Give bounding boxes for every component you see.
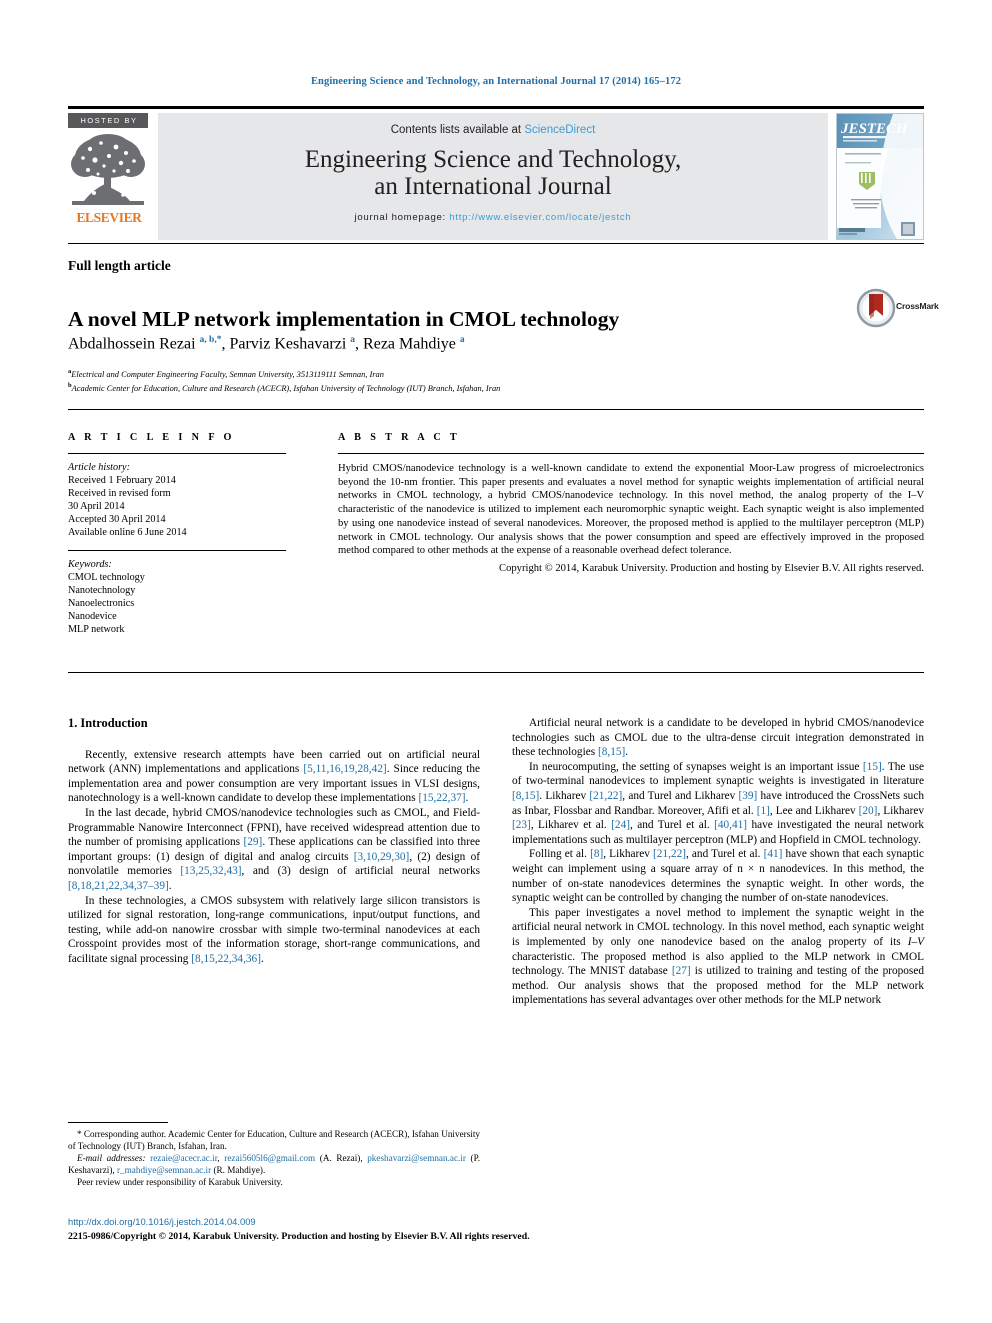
abstract-heading: A B S T R A C T [338, 432, 461, 443]
page-title: A novel MLP network implementation in CM… [68, 307, 620, 332]
svg-text:JESTECH: JESTECH [840, 121, 909, 137]
keyword-item: Nanodevice [68, 610, 117, 622]
running-head: Engineering Science and Technology, an I… [310, 76, 682, 87]
journal-homepage-line: journal homepage: http://www.elsevier.co… [158, 212, 828, 223]
paragraph: In the last decade, hybrid CMOS/nanodevi… [68, 806, 480, 892]
crossmark-label: CrossMark [896, 301, 939, 311]
hosted-by-badge: HOSTED BY [68, 113, 148, 128]
abstract-rule [338, 453, 924, 454]
journal-homepage-label: journal homepage: [354, 212, 450, 223]
author-list: Abdalhossein Rezai a, b,*, Parviz Keshav… [68, 335, 465, 353]
keywords-rule [68, 549, 286, 551]
paragraph: This paper investigates a novel method t… [512, 906, 924, 1007]
affiliation-a-text: Electrical and Computer Engineering Facu… [71, 369, 384, 379]
paragraph: In neurocomputing, the setting of synaps… [512, 760, 925, 846]
journal-cover-thumbnail: JESTECH [836, 113, 924, 240]
footer-copyright: 2215-0986/Copyright © 2014, Karabuk Univ… [68, 1231, 530, 1242]
body-column-left: 1. Introduction Recently, extensive rese… [68, 716, 480, 967]
history-item: Received in revised form [68, 488, 171, 500]
peer-review-note: Peer review under responsibility of Kara… [77, 1177, 283, 1188]
article-info-heading: A R T I C L E I N F O [68, 432, 235, 443]
abstract-copyright: Copyright © 2014, Karabuk University. Pr… [499, 562, 924, 574]
history-item: Accepted 30 April 2014 [68, 514, 166, 526]
abstract-band-bottom-rule [68, 672, 924, 673]
affiliation-b: bAcademic Center for Education, Culture … [68, 382, 501, 393]
article-type-label: Full length article [68, 258, 171, 273]
crossmark-badge[interactable]: CrossMark [856, 288, 940, 328]
abstract-band-top-rule [68, 409, 924, 410]
elsevier-tree-icon [68, 131, 148, 209]
paragraph: Artificial neural network is a candidate… [512, 717, 924, 759]
section-heading-introduction: 1. Introduction [68, 716, 148, 730]
article-history: Article history: Received 1 February 201… [68, 461, 286, 540]
masthead-center-band: Contents lists available at ScienceDirec… [158, 113, 828, 240]
keywords-list: Keywords: CMOL technology Nanotechnology… [68, 558, 286, 637]
keyword-item: Nanotechnology [68, 584, 136, 596]
corresponding-author-note: * Corresponding author. Academic Center … [68, 1129, 480, 1152]
keyword-item: CMOL technology [68, 571, 145, 583]
affiliations: aElectrical and Computer Engineering Fac… [68, 366, 898, 394]
sciencedirect-link[interactable]: ScienceDirect [524, 124, 595, 136]
keyword-item: MLP network [68, 624, 125, 636]
journal-title-line2: an International Journal [374, 173, 612, 200]
footnote-divider [68, 1122, 168, 1123]
journal-masthead: HOSTED BY ELSEVIER Contents lists availa… [68, 106, 924, 240]
contents-lists-line: Contents lists available at ScienceDirec… [158, 113, 828, 136]
affiliation-a: aElectrical and Computer Engineering Fac… [68, 368, 384, 379]
journal-article-page: Engineering Science and Technology, an I… [0, 0, 992, 1323]
journal-homepage-url[interactable]: http://www.elsevier.com/locate/jestch [449, 212, 631, 223]
elsevier-logo-block: HOSTED BY ELSEVIER [68, 113, 150, 240]
affiliation-b-text: Academic Center for Education, Culture a… [71, 384, 501, 393]
footnote-block: * Corresponding author. Academic Center … [68, 1128, 480, 1188]
history-item: Available online 6 June 2014 [68, 527, 187, 539]
email-addresses-note: E-mail addresses: rezaie@acecr.ac.ir, re… [68, 1153, 481, 1176]
journal-title: Engineering Science and Technology, an I… [158, 146, 828, 200]
history-item: 30 April 2014 [68, 501, 125, 513]
doi-link[interactable]: http://dx.doi.org/10.1016/j.jestch.2014.… [68, 1216, 256, 1227]
abstract-column: A B S T R A C T Hybrid CMOS/nanodevice t… [338, 432, 924, 576]
body-column-right: Artificial neural network is a candidate… [512, 716, 924, 1008]
history-item: Received 1 February 2014 [68, 475, 176, 487]
elsevier-wordmark: ELSEVIER [76, 210, 142, 225]
paragraph: In these technologies, a CMOS subsystem … [68, 894, 480, 965]
paragraph: Recently, extensive research attempts ha… [68, 748, 480, 805]
article-info-rule [68, 453, 286, 454]
paragraph: Folling et al. [8], Likharev [21,22], an… [512, 848, 925, 905]
article-info-column: A R T I C L E I N F O Article history: R… [68, 432, 286, 636]
journal-title-line1: Engineering Science and Technology, [304, 146, 682, 173]
abstract-body: Hybrid CMOS/nanodevice technology is a w… [338, 463, 924, 557]
article-history-label: Article history: [68, 462, 130, 473]
title-divider [68, 243, 924, 244]
crossmark-icon [856, 288, 896, 328]
keyword-item: Nanoelectronics [68, 597, 135, 609]
contents-lists-label: Contents lists available at [390, 124, 525, 136]
keywords-label: Keywords: [68, 558, 112, 570]
